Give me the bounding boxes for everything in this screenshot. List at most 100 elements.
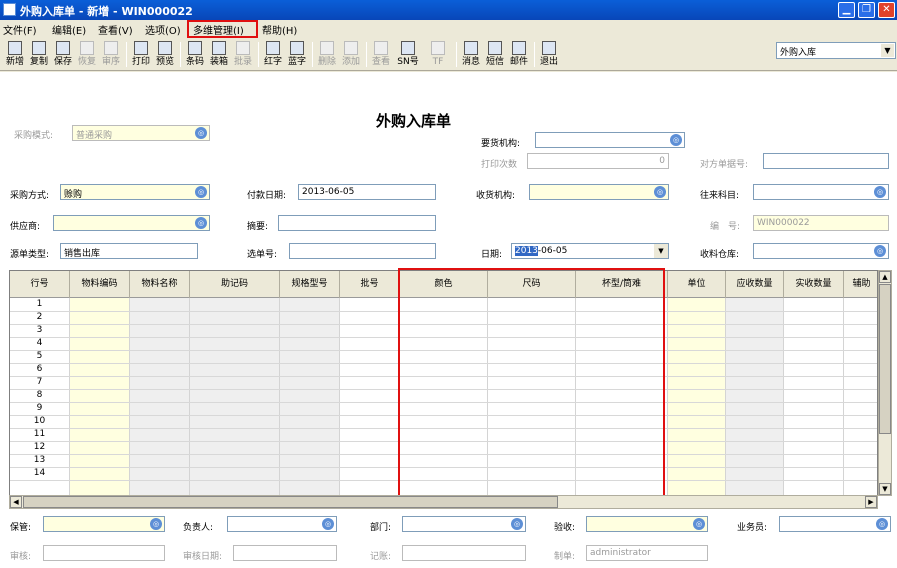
summary-label: 摘要: [247, 222, 269, 232]
row-number: 10 [33, 416, 46, 426]
dept-field[interactable]: ◎ [402, 516, 526, 532]
header-material-name[interactable]: 物料名称 [130, 271, 190, 298]
counterparty-no-field[interactable] [763, 153, 889, 169]
header-unit[interactable]: 单位 [668, 271, 726, 298]
barcode-button[interactable]: 条码 [184, 40, 206, 67]
lookup-icon[interactable]: ◎ [654, 186, 666, 198]
source-type-field[interactable]: 销售出库 [60, 243, 198, 259]
row-number: 8 [36, 390, 43, 400]
header-batch[interactable]: 批号 [340, 271, 400, 298]
source-type-value: 销售出库 [64, 249, 101, 259]
batch-button[interactable]: 批录 [232, 40, 254, 67]
purchase-method-field[interactable]: 赊购 ◎ [60, 184, 210, 200]
save-button[interactable]: 保存 [52, 40, 74, 67]
restore-button[interactable]: ❐ [858, 2, 875, 18]
copy-button[interactable]: 复制 [28, 40, 50, 67]
lookup-icon[interactable]: ◎ [874, 245, 886, 257]
message-button[interactable]: 消息 [460, 40, 482, 67]
menu-view[interactable]: 查看(V) [98, 22, 133, 37]
date-field[interactable]: 2013-06-05 ▼ [511, 243, 669, 259]
menu-options[interactable]: 选项(O) [145, 22, 181, 37]
date-value-selected: 2013 [515, 246, 538, 256]
horizontal-scrollbar[interactable]: ◀ ▶ [9, 495, 878, 509]
chevron-down-icon[interactable]: ▼ [654, 244, 668, 258]
preview-button[interactable]: 预览 [154, 40, 176, 67]
scroll-down-icon[interactable]: ▼ [879, 483, 891, 495]
tf-button[interactable]: TF [424, 40, 452, 67]
new-button[interactable]: 新增 [4, 40, 26, 67]
scroll-thumb[interactable] [23, 496, 558, 508]
vertical-scrollbar[interactable]: ▲ ▼ [878, 270, 892, 496]
keeper-field[interactable]: ◎ [43, 516, 165, 532]
doc-type-select[interactable]: 外购入库 ▼ [776, 42, 896, 59]
menu-edit[interactable]: 编辑(E) [52, 22, 86, 37]
header-mnemonic[interactable]: 助记码 [190, 271, 280, 298]
toolbar: 新增 复制 保存 恢复 审序 打印 预览 条码 装箱 批录 红字 蓝字 删除 添… [0, 38, 897, 71]
print-count-label: 打印次数 [481, 160, 518, 170]
undo-button[interactable]: 恢复 [76, 40, 98, 67]
message-icon [464, 41, 478, 55]
pay-date-field[interactable]: 2013-06-05 [298, 184, 436, 200]
row-number: 9 [36, 403, 43, 413]
copy-icon [32, 41, 46, 55]
lookup-icon[interactable]: ◎ [322, 518, 334, 530]
print-button[interactable]: 打印 [130, 40, 152, 67]
header-spec[interactable]: 规格型号 [280, 271, 340, 298]
row-number: 6 [36, 364, 43, 374]
account-field[interactable]: ◎ [753, 184, 889, 200]
scroll-right-icon[interactable]: ▶ [865, 496, 877, 508]
lookup-icon[interactable]: ◎ [195, 217, 207, 229]
lookup-icon[interactable]: ◎ [511, 518, 523, 530]
page-title: 外购入库单 [376, 112, 452, 130]
header-material-code[interactable]: 物料编码 [70, 271, 130, 298]
box-button[interactable]: 装箱 [208, 40, 230, 67]
add-row-button[interactable]: 添加 [340, 40, 362, 67]
lookup-icon[interactable]: ◎ [670, 134, 682, 146]
delete-row-button[interactable]: 删除 [316, 40, 338, 67]
header-due-qty[interactable]: 应收数量 [726, 271, 784, 298]
scroll-thumb[interactable] [879, 284, 891, 434]
audit-date-field [233, 545, 337, 561]
scroll-up-icon[interactable]: ▲ [879, 271, 891, 283]
supplier-field[interactable]: ◎ [53, 215, 210, 231]
view-button[interactable]: 查看 [370, 40, 392, 67]
menu-help[interactable]: 帮助(H) [262, 22, 297, 37]
account-label: 往来科目: [700, 191, 740, 201]
owner-field[interactable]: ◎ [227, 516, 337, 532]
blue-doc-label: 蓝字 [287, 57, 306, 67]
summary-field[interactable] [278, 215, 436, 231]
minimize-button[interactable]: ▁ [838, 2, 855, 18]
select-no-field[interactable] [289, 243, 436, 259]
sms-button[interactable]: 短信 [484, 40, 506, 67]
red-doc-button[interactable]: 红字 [262, 40, 284, 67]
lookup-icon[interactable]: ◎ [150, 518, 162, 530]
warehouse-field[interactable]: ◎ [753, 243, 889, 259]
row-number: 4 [36, 338, 43, 348]
exit-button[interactable]: 退出 [538, 40, 560, 67]
scroll-left-icon[interactable]: ◀ [10, 496, 22, 508]
lookup-icon[interactable]: ◎ [876, 518, 888, 530]
purchase-mode-value: 普通采购 [76, 131, 113, 141]
view-label: 查看 [371, 57, 390, 67]
title-bar: 外购入库单 - 新增 - WIN000022 ▁ ❐ ✕ [0, 0, 897, 20]
audit-label: 审核: [10, 552, 32, 562]
row-number: 11 [33, 429, 46, 439]
salesman-field[interactable]: ◎ [779, 516, 891, 532]
lookup-icon[interactable]: ◎ [693, 518, 705, 530]
close-button[interactable]: ✕ [878, 2, 895, 18]
batch-icon [236, 41, 250, 55]
header-aux[interactable]: 辅助 [844, 271, 877, 298]
header-rowno[interactable]: 行号 [10, 271, 70, 298]
request-org-field[interactable]: ◎ [535, 132, 685, 148]
lookup-icon[interactable]: ◎ [874, 186, 886, 198]
highlight-box-grid [398, 268, 665, 497]
header-actual-qty[interactable]: 实收数量 [784, 271, 844, 298]
check-field[interactable]: ◎ [586, 516, 708, 532]
sequence-button[interactable]: 审序 [100, 40, 122, 67]
sn-button[interactable]: SN号 [396, 40, 420, 67]
lookup-icon[interactable]: ◎ [195, 186, 207, 198]
receive-org-field[interactable]: ◎ [529, 184, 669, 200]
mail-button[interactable]: 邮件 [508, 40, 530, 67]
blue-doc-button[interactable]: 蓝字 [286, 40, 308, 67]
menu-file[interactable]: 文件(F) [3, 22, 37, 37]
